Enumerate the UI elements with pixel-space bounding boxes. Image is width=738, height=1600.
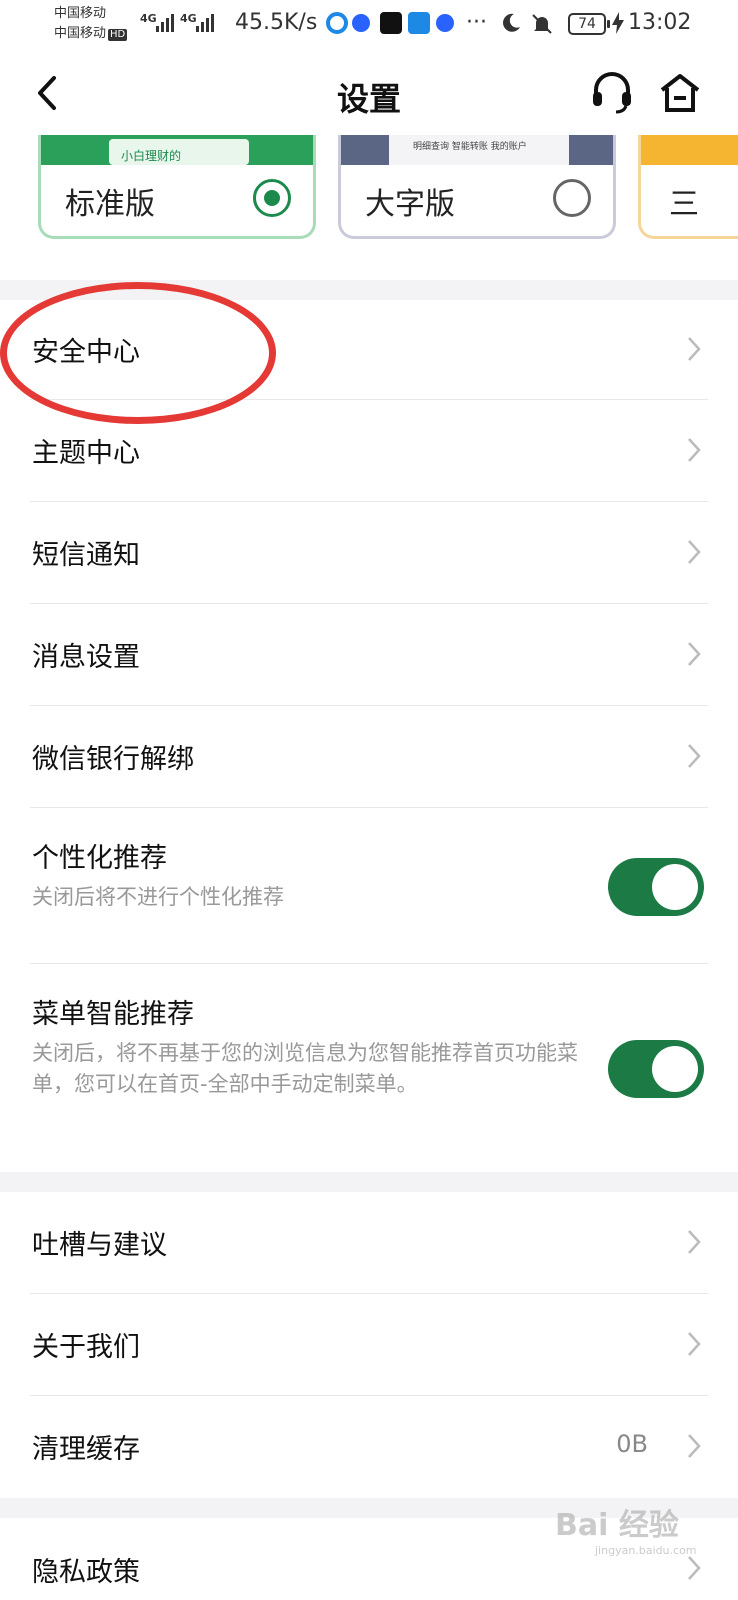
menu-item-theme-center[interactable]: 主题中心	[0, 400, 738, 502]
baidu-icon	[436, 14, 454, 32]
menu-item-message-settings[interactable]: 消息设置	[0, 604, 738, 706]
personalized-recommendation-toggle[interactable]	[608, 858, 704, 916]
chevron-right-icon	[688, 642, 701, 666]
toggle-knob	[652, 1046, 698, 1092]
chevron-right-icon	[688, 540, 701, 564]
toggle-knob	[652, 864, 698, 910]
menu-item-wechat-unbind[interactable]: 微信银行解绑	[0, 706, 738, 808]
menu-item-label: 关于我们	[32, 1332, 140, 1363]
chevron-right-icon	[688, 1332, 701, 1356]
app-icon	[408, 12, 430, 34]
cache-size-value: 0B	[616, 1430, 648, 1458]
menu-item-sms-notification[interactable]: 短信通知	[0, 502, 738, 604]
menu-item-label: 吐槽与建议	[32, 1230, 167, 1261]
section-divider	[0, 280, 738, 300]
watermark-url: jingyan.baidu.com	[595, 1544, 697, 1557]
menu-item-security-center[interactable]: 安全中心	[0, 300, 738, 400]
status-bar: 中国移动 中国移动 HD 4G 4G 45.5K/s ··· 74 13:02	[0, 0, 738, 48]
smart-menu-recommendation-toggle[interactable]	[608, 1040, 704, 1098]
watermark: Bai 经验 jingyan.baidu.com	[555, 1500, 697, 1557]
menu-item-label: 个性化推荐	[32, 843, 167, 874]
chevron-right-icon	[688, 744, 701, 768]
carrier-1: 中国移动	[54, 6, 107, 21]
tiktok-icon	[380, 12, 402, 34]
menu-item-label: 短信通知	[32, 540, 140, 571]
carrier-2: 中国移动	[54, 26, 107, 41]
charging-icon	[612, 12, 624, 34]
signal-icon	[156, 14, 174, 32]
menu-item-personalized-recommendation: 个性化推荐 关闭后将不进行个性化推荐	[0, 808, 738, 964]
section-divider	[0, 1172, 738, 1192]
radio-selected[interactable]	[253, 179, 291, 217]
chevron-right-icon	[688, 1556, 701, 1580]
preview-banner-text: 小白理财的	[109, 139, 249, 165]
chevron-right-icon	[688, 438, 701, 462]
signal-icon	[196, 14, 214, 32]
hd-badge: HD	[108, 29, 128, 41]
menu-item-description: 关闭后将不进行个性化推荐	[32, 885, 284, 909]
chevron-right-icon	[688, 337, 701, 361]
chevron-right-icon	[688, 1230, 701, 1254]
menu-item-smart-menu-recommendation: 菜单智能推荐 关闭后，将不再基于您的浏览信息为您智能推荐首页功能菜单，您可以在首…	[0, 964, 738, 1170]
menu-item-description: 关闭后，将不再基于您的浏览信息为您智能推荐首页功能菜单，您可以在首页-全部中手动…	[32, 1041, 578, 1096]
menu-item-label: 菜单智能推荐	[32, 999, 194, 1030]
network-type-2: 4G	[180, 12, 197, 25]
do-not-disturb-moon-icon	[503, 13, 520, 32]
menu-item-label: 主题中心	[32, 438, 140, 469]
home-icon[interactable]	[656, 68, 704, 116]
menu-item-label: 隐私政策	[32, 1557, 140, 1588]
customer-service-headset-icon[interactable]	[588, 68, 636, 116]
chevron-right-icon	[688, 1434, 701, 1458]
version-preview-image	[641, 135, 738, 165]
battery-indicator: 74	[568, 13, 610, 35]
more-notifications-icon: ···	[466, 10, 487, 35]
preview-menu-text: 明细查询 智能转账 我的账户	[389, 135, 569, 165]
version-card-standard[interactable]: 小白理财的 标准版	[38, 135, 316, 239]
app-notification-icon	[326, 12, 348, 34]
menu-item-label: 清理缓存	[32, 1434, 140, 1465]
menu-item-label: 消息设置	[32, 642, 140, 673]
watermark-text: Bai 经验	[555, 1508, 679, 1543]
version-label: 三	[669, 187, 699, 222]
carrier-info: 中国移动 中国移动 HD	[54, 4, 128, 44]
version-preview-image: 明细查询 智能转账 我的账户	[341, 135, 613, 165]
version-selector: 小白理财的 标准版 明细查询 智能转账 我的账户 大字版 三	[0, 135, 738, 245]
network-speed: 45.5K/s	[235, 10, 318, 35]
version-preview-image: 小白理财的	[41, 135, 313, 165]
baidu-icon	[352, 14, 370, 32]
radio-unselected[interactable]	[553, 179, 591, 217]
version-label: 标准版	[65, 187, 155, 222]
muted-bell-icon	[532, 14, 552, 34]
menu-item-label: 微信银行解绑	[32, 744, 194, 775]
network-type-1: 4G	[140, 12, 157, 25]
menu-item-about-us[interactable]: 关于我们	[0, 1294, 738, 1396]
menu-item-label: 安全中心	[32, 337, 140, 368]
menu-item-clear-cache[interactable]: 清理缓存 0B	[0, 1396, 738, 1498]
version-card-large-font[interactable]: 明细查询 智能转账 我的账户 大字版	[338, 135, 616, 239]
menu-item-feedback[interactable]: 吐槽与建议	[0, 1192, 738, 1294]
version-card-third[interactable]: 三	[638, 135, 738, 239]
clock: 13:02	[628, 10, 692, 35]
version-label: 大字版	[365, 187, 455, 222]
header: 设置	[0, 48, 738, 138]
